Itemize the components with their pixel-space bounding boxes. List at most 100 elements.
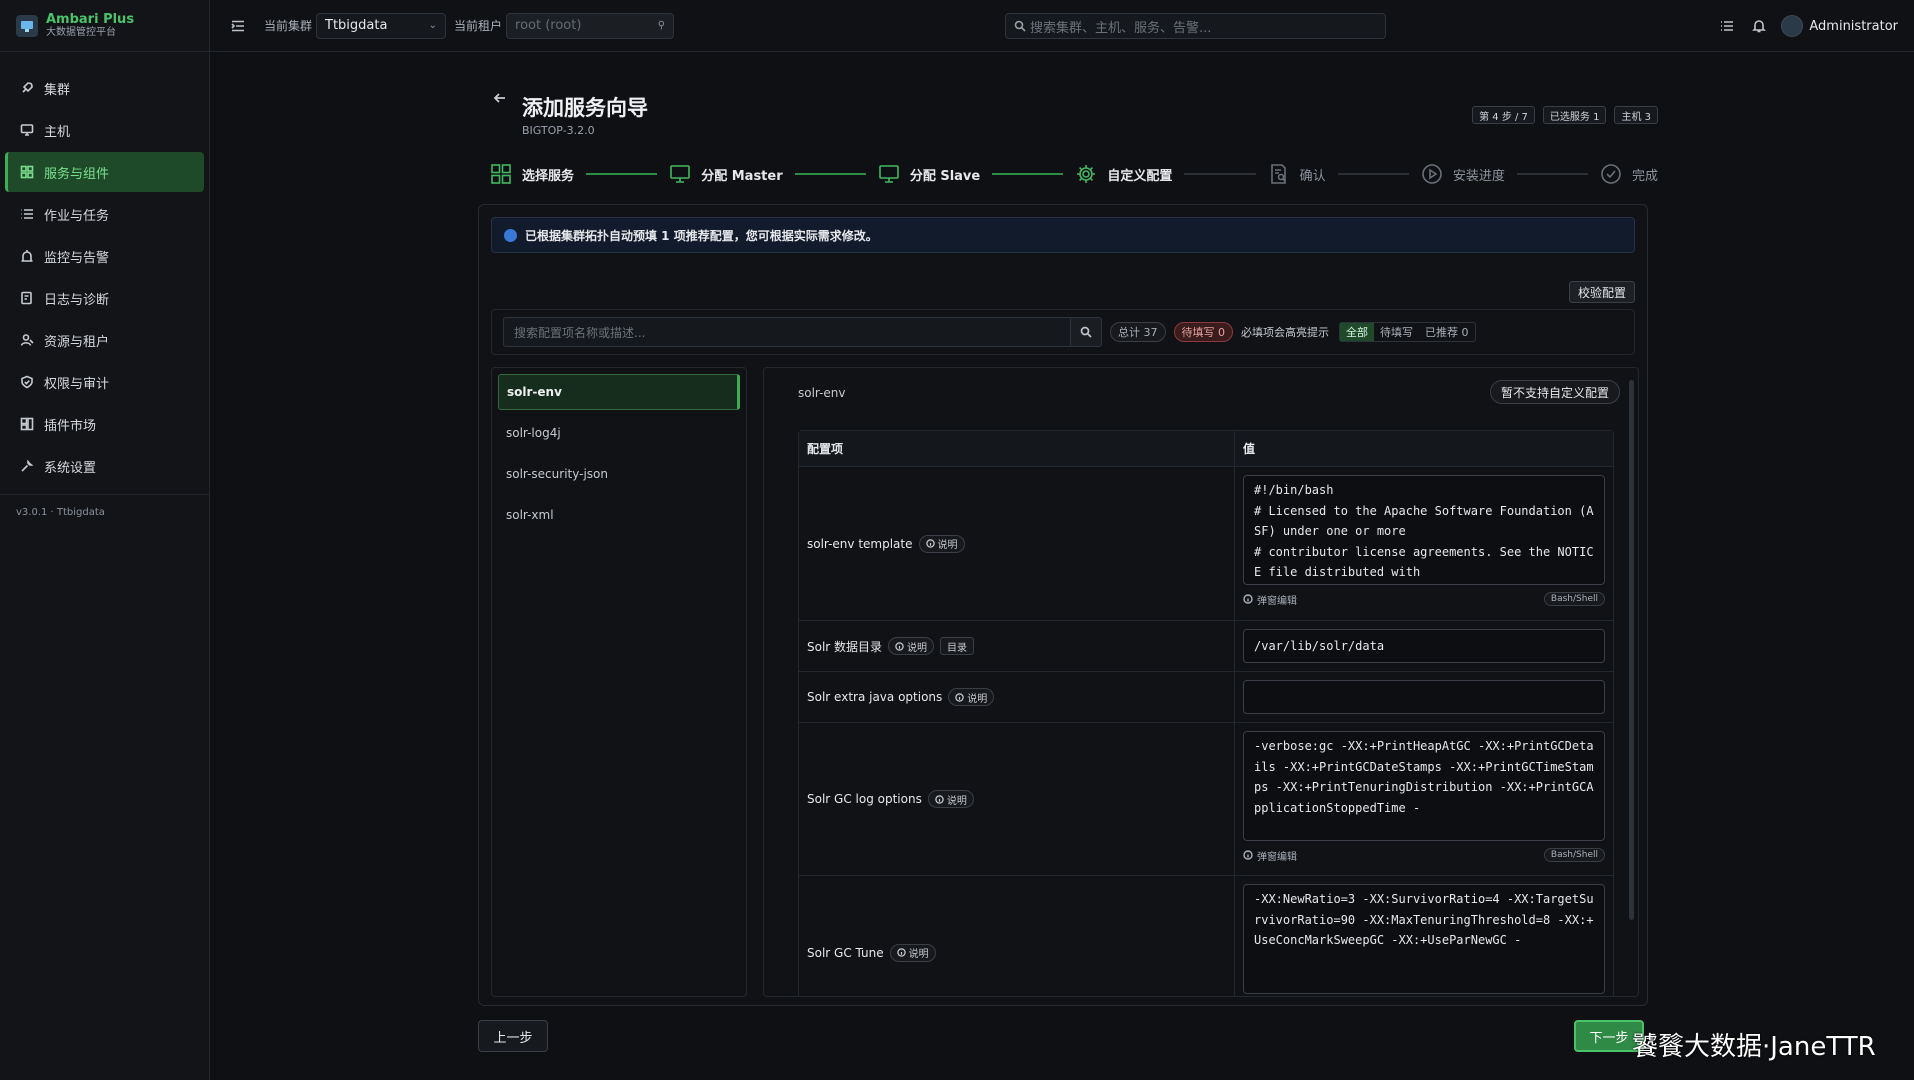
validate-config-button[interactable]: 校验配置 (1568, 281, 1635, 303)
sidebar-item-label: 主机 (44, 124, 71, 140)
config-group-list: solr-env solr-log4j solr-security-json s… (491, 367, 747, 997)
cluster-value: Ttbigdata (325, 18, 388, 33)
topbar: 当前集群 Ttbigdata ⌄ 当前租户 root (root) ⚲ 搜索集群… (210, 0, 1914, 52)
step-complete[interactable]: 完成 (1600, 163, 1658, 185)
description-label: 说明 (908, 949, 929, 960)
step-assign-slave[interactable]: 分配 Slave (878, 163, 980, 185)
user-name[interactable]: Administrator (1809, 19, 1898, 34)
sidebar-item-services[interactable]: 服务与组件 (5, 152, 204, 192)
cluster-select[interactable]: Ttbigdata ⌄ (316, 12, 447, 39)
popup-edit-link[interactable]: 弹窗编辑 (1243, 592, 1297, 607)
sidebar-item-label: 作业与任务 (44, 208, 110, 224)
menu-toggle-icon[interactable] (230, 18, 246, 34)
popup-edit-link[interactable]: 弹窗编辑 (1243, 848, 1297, 863)
search-icon (1014, 20, 1026, 32)
config-search-placeholder: 搜索配置项名称或描述... (514, 325, 646, 340)
sidebar-item-cluster[interactable]: 集群 (5, 68, 204, 108)
gc-tune-editor[interactable]: -XX:NewRatio=3 -XX:SurvivorRatio=4 -XX:T… (1243, 884, 1605, 994)
config-group-solr-log4j[interactable]: solr-log4j (498, 415, 740, 451)
list-icon[interactable] (1719, 18, 1735, 34)
description-label: 说明 (937, 540, 958, 551)
sidebar-item-label: 插件市场 (44, 418, 97, 434)
table-row: solr-env template 说明 #!/bin/bash # Licen… (799, 467, 1613, 621)
log-icon (20, 291, 34, 305)
step-connector (794, 173, 866, 175)
custom-config-button[interactable]: 暂不支持自定义配置 (1489, 380, 1620, 404)
watermark-text: 饕餮大数据·JaneTTR (1632, 1032, 1876, 1062)
info-icon (925, 539, 935, 548)
avatar[interactable] (1781, 15, 1804, 37)
config-name: solr-env template (807, 536, 913, 551)
org-icon: ⚲ (657, 20, 666, 31)
bell-icon[interactable] (1751, 18, 1767, 34)
extra-java-options-input[interactable] (1243, 680, 1605, 714)
config-filter-bar: 搜索配置项名称或描述... 总计 37 待填写 0 必填项会高亮提示 全部 待填… (491, 309, 1635, 355)
sidebar-item-label: 资源与租户 (44, 334, 110, 350)
template-editor[interactable]: #!/bin/bash # Licensed to the Apache Sof… (1243, 475, 1605, 585)
info-banner: 已根据集群拓扑自动预填 1 项推荐配置，您可根据实际需求修改。 (491, 217, 1635, 253)
filter-all[interactable]: 全部 (1340, 323, 1374, 341)
data-dir-input[interactable]: /var/lib/solr/data (1243, 629, 1605, 663)
info-icon (1243, 594, 1253, 604)
description-label: 说明 (946, 795, 967, 807)
config-group-solr-env[interactable]: solr-env (498, 374, 740, 410)
sidebar-item-jobs[interactable]: 作业与任务 (5, 194, 204, 234)
back-arrow-icon[interactable] (492, 90, 508, 106)
description-tag[interactable]: 说明 (927, 790, 974, 808)
logo-icon (16, 14, 38, 37)
gc-log-options-editor[interactable]: -verbose:gc -XX:+PrintHeapAtGC -XX:+Prin… (1243, 731, 1605, 841)
tenant-select[interactable]: root (root) ⚲ (506, 12, 675, 39)
step-select-services[interactable]: 选择服务 (490, 163, 574, 185)
tenant-label: 当前租户 (454, 19, 503, 33)
sidebar-item-plugins[interactable]: 插件市场 (5, 404, 204, 444)
step-install-progress[interactable]: 安装进度 (1421, 163, 1505, 185)
wrench-icon (20, 459, 34, 473)
required-hint: 必填项会高亮提示 (1241, 326, 1329, 339)
sidebar: Ambari Plus 大数据管控平台 集群 主机 服务与组件 作业与任务 监控… (0, 0, 210, 1080)
config-name: Solr 数据目录 (807, 639, 883, 654)
scrollbar[interactable] (1629, 380, 1634, 920)
sidebar-item-permissions[interactable]: 权限与审计 (5, 362, 204, 402)
step-label: 完成 (1632, 168, 1659, 184)
table-row: Solr GC Tune 说明 -XX:NewRatio=3 -XX:Survi… (799, 876, 1613, 996)
config-search-button[interactable] (1071, 317, 1102, 347)
config-name: Solr GC log options (807, 792, 922, 806)
info-icon (1243, 850, 1253, 860)
stack-version: BIGTOP-3.2.0 (522, 124, 595, 137)
config-table: 配置项 值 solr-env template 说明 #!/bin/bash #… (798, 430, 1614, 996)
monitor-icon (669, 163, 691, 185)
brand-title: Ambari Plus (46, 12, 135, 27)
config-group-solr-security-json[interactable]: solr-security-json (498, 456, 740, 492)
step-confirm[interactable]: 确认 (1268, 163, 1326, 185)
play-circle-icon (1421, 163, 1443, 185)
selected-services-badge: 已选服务 1 (1542, 106, 1607, 124)
filter-recommended[interactable]: 已推荐 0 (1419, 323, 1475, 341)
sidebar-item-label: 权限与审计 (44, 376, 110, 392)
config-group-solr-xml[interactable]: solr-xml (498, 497, 740, 533)
check-circle-icon (1600, 163, 1622, 185)
monitor-icon (20, 123, 34, 137)
sidebar-item-hosts[interactable]: 主机 (5, 110, 204, 150)
sidebar-item-monitoring[interactable]: 监控与告警 (5, 236, 204, 276)
filter-pending[interactable]: 待填写 (1374, 323, 1419, 341)
description-tag[interactable]: 说明 (888, 637, 935, 655)
alarm-icon (20, 249, 34, 263)
step-assign-master[interactable]: 分配 Master (669, 163, 783, 185)
sidebar-item-settings[interactable]: 系统设置 (5, 446, 204, 486)
sidebar-item-resources[interactable]: 资源与租户 (5, 320, 204, 360)
step-label: 确认 (1299, 168, 1326, 184)
table-header: 配置项 值 (799, 431, 1613, 467)
description-tag[interactable]: 说明 (918, 534, 965, 553)
description-tag[interactable]: 说明 (948, 688, 995, 706)
col-key: 配置项 (799, 431, 1235, 466)
description-tag[interactable]: 说明 (889, 943, 936, 962)
sidebar-item-label: 系统设置 (44, 460, 97, 476)
prev-step-button[interactable]: 上一步 (478, 1020, 548, 1052)
sidebar-item-logs[interactable]: 日志与诊断 (5, 278, 204, 318)
step-customize-config[interactable]: 自定义配置 (1075, 163, 1172, 185)
monitor-icon (878, 163, 900, 185)
config-search-input[interactable]: 搜索配置项名称或描述... (503, 317, 1071, 347)
step-label: 分配 Master (701, 168, 783, 184)
global-search-input[interactable]: 搜索集群、主机、服务、告警... (1005, 13, 1386, 39)
brand[interactable]: Ambari Plus 大数据管控平台 (0, 0, 209, 52)
